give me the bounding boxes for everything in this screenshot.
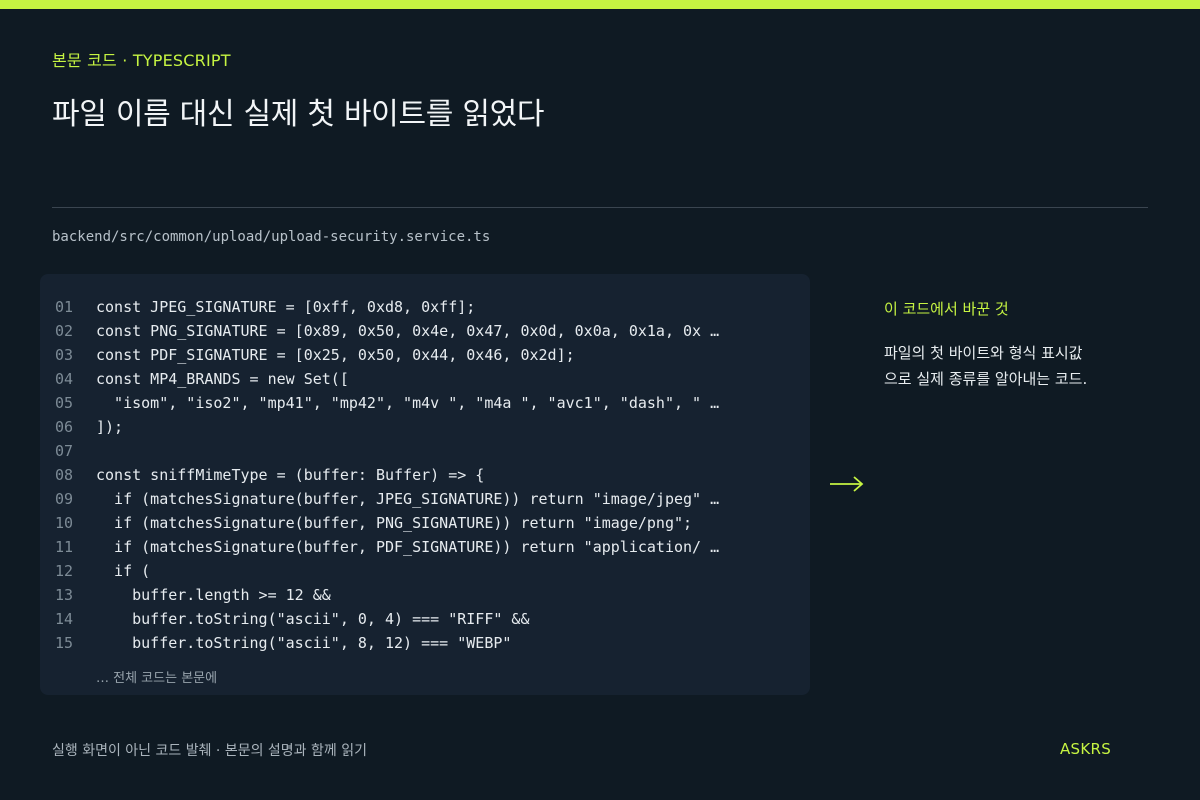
line-code: const MP4_BRANDS = new Set([ xyxy=(96,370,349,388)
code-line: 14 buffer.toString("ascii", 0, 4) === "R… xyxy=(40,607,810,631)
line-number: 12 xyxy=(55,562,74,580)
line-number: 11 xyxy=(55,538,74,556)
code-line: 10 if (matchesSignature(buffer, PNG_SIGN… xyxy=(40,511,810,535)
page-title: 파일 이름 대신 실제 첫 바이트를 읽었다 xyxy=(52,97,545,132)
line-number: 08 xyxy=(55,466,74,484)
code-line: 05 "isom", "iso2", "mp41", "mp42", "m4v … xyxy=(40,391,810,415)
header-divider xyxy=(52,207,1148,208)
line-number: 15 xyxy=(55,634,74,652)
code-line: 06]); xyxy=(40,415,810,439)
change-summary-title: 이 코드에서 바꾼 것 xyxy=(884,300,1009,318)
code-line: 09 if (matchesSignature(buffer, JPEG_SIG… xyxy=(40,487,810,511)
line-code: const sniffMimeType = (buffer: Buffer) =… xyxy=(96,466,485,484)
code-line: 01 const JPEG_SIGNATURE = [0xff, 0xd8, 0x… xyxy=(40,295,810,319)
brand-logo: ASKRS xyxy=(1060,740,1112,758)
code-line: 02 const PNG_SIGNATURE = [0x89, 0x50, 0x4… xyxy=(40,319,810,343)
line-number: 03 xyxy=(55,346,74,364)
line-number: 09 xyxy=(55,490,74,508)
line-code: ]); xyxy=(96,418,124,436)
code-line: 13 buffer.length >= 12 && xyxy=(40,583,810,607)
line-code: if (matchesSignature(buffer, PNG_SIGNATU… xyxy=(96,514,693,532)
line-code: buffer.toString("ascii", 0, 4) === "RIFF… xyxy=(96,610,530,628)
line-code: if (matchesSignature(buffer, JPEG_SIGNAT… xyxy=(96,490,720,508)
footer-note: 실행 화면이 아닌 코드 발췌 · 본문의 설명과 함께 읽기 xyxy=(52,743,367,759)
line-code: const PNG_SIGNATURE = [0x89, 0x50, 0x4e,… xyxy=(96,322,720,340)
line-code: buffer.length >= 12 && xyxy=(96,586,331,604)
code-line: 11 if (matchesSignature(buffer, PDF_SIGN… xyxy=(40,535,810,559)
file-path: backend/src/common/upload/upload-securit… xyxy=(52,229,491,245)
arrow-right-icon xyxy=(830,476,864,492)
line-number: 13 xyxy=(55,586,74,604)
line-code: if ( xyxy=(96,562,151,580)
line-code: const JPEG_SIGNATURE = [0xff, 0xd8, 0xff… xyxy=(96,298,476,316)
code-line: 15 buffer.toString("ascii", 8, 12) === "… xyxy=(40,631,810,655)
code-lines: 01 const JPEG_SIGNATURE = [0xff, 0xd8, 0x… xyxy=(40,295,810,655)
code-line: 03 const PDF_SIGNATURE = [0x25, 0x50, 0x4… xyxy=(40,343,810,367)
line-number: 14 xyxy=(55,610,74,628)
line-code: buffer.toString("ascii", 8, 12) === "WEB… xyxy=(96,634,512,652)
line-number: 06 xyxy=(55,418,74,436)
code-line: 12 if ( xyxy=(40,559,810,583)
line-code: "isom", "iso2", "mp41", "mp42", "m4v ", … xyxy=(96,394,720,412)
line-code: const PDF_SIGNATURE = [0x25, 0x50, 0x44,… xyxy=(96,346,575,364)
code-panel: 01 const JPEG_SIGNATURE = [0xff, 0xd8, 0x… xyxy=(40,274,810,695)
line-number: 04 xyxy=(55,370,74,388)
line-number: 10 xyxy=(55,514,74,532)
line-number: 05 xyxy=(55,394,74,412)
line-number: 01 xyxy=(55,298,74,316)
section-eyebrow: 본문 코드 · TYPESCRIPT xyxy=(52,51,231,70)
change-summary-body: 파일의 첫 바이트와 형식 표시값으로 실제 종류를 알아내는 코드. xyxy=(884,344,1088,388)
accent-top-bar xyxy=(0,0,1200,9)
code-line: 04 const MP4_BRANDS = new Set([ xyxy=(40,367,810,391)
line-number: 02 xyxy=(55,322,74,340)
line-number: 07 xyxy=(55,442,74,460)
code-more-note: … 전체 코드는 본문에 xyxy=(96,671,218,686)
line-code: if (matchesSignature(buffer, PDF_SIGNATU… xyxy=(96,538,720,556)
code-line: 07 xyxy=(40,439,810,463)
code-line: 08 const sniffMimeType = (buffer: Buffer)… xyxy=(40,463,810,487)
